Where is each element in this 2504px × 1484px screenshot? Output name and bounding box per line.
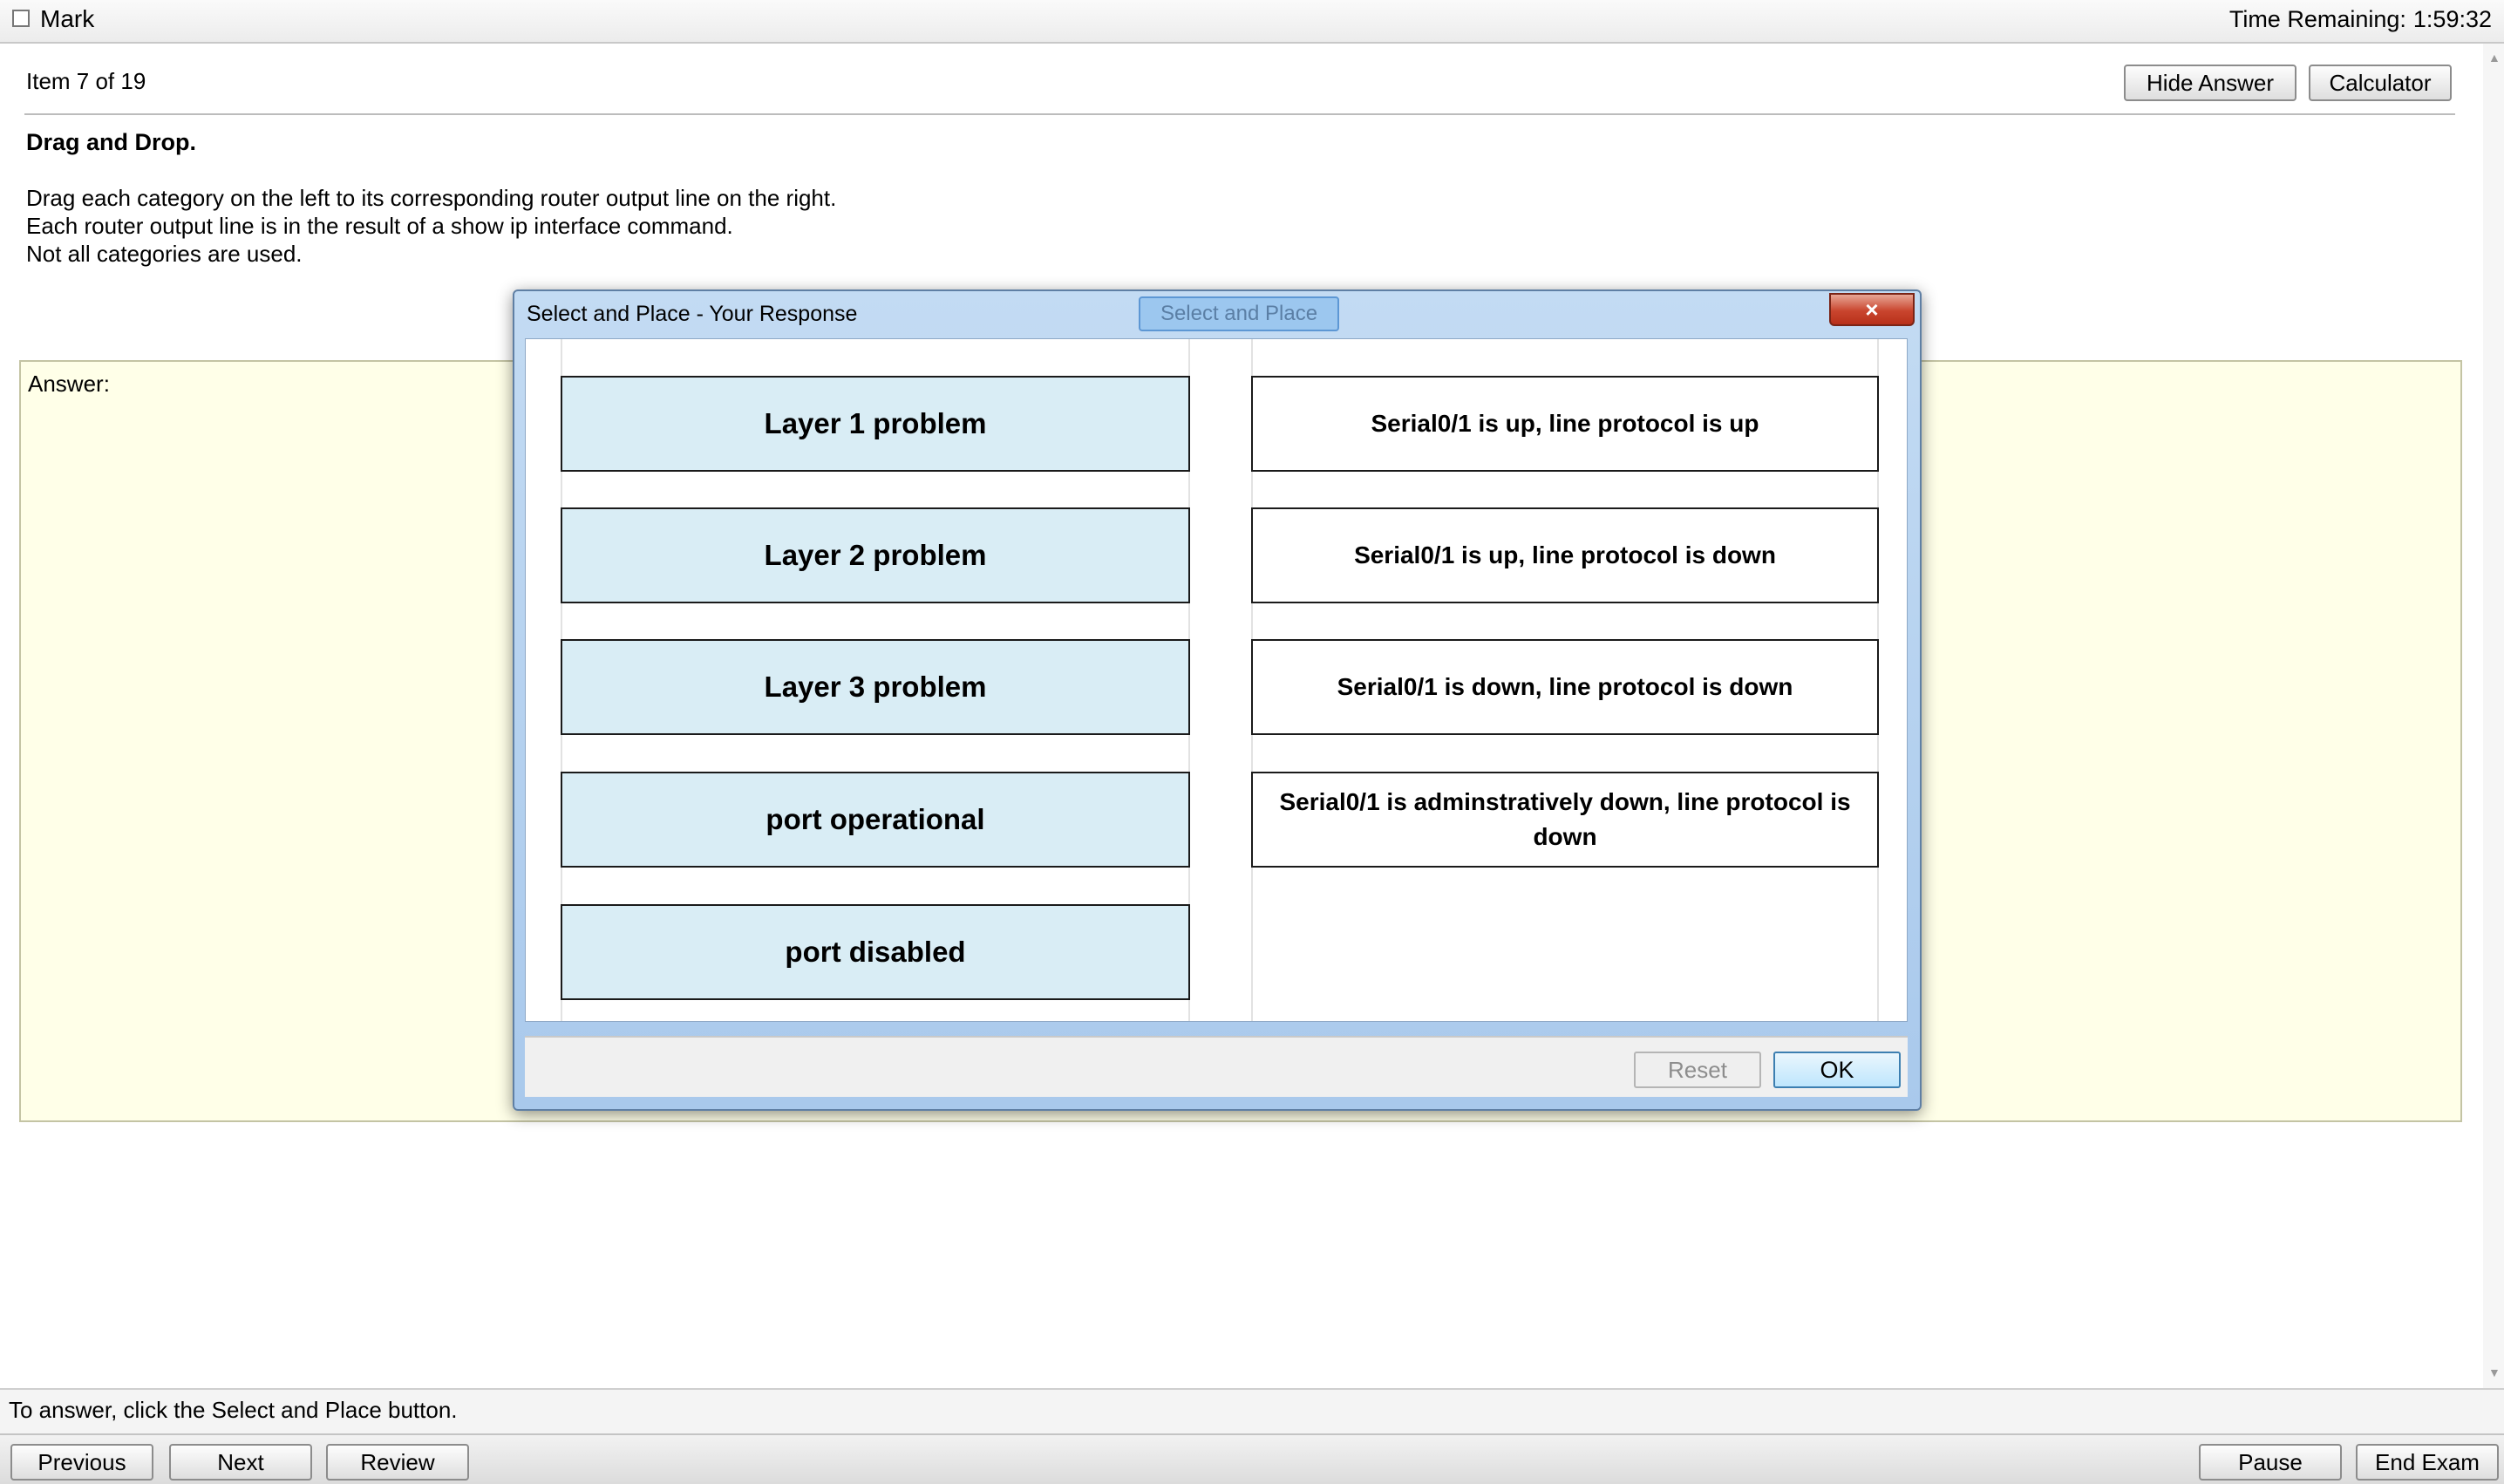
scroll-up-icon[interactable]: ▲ [2488,51,2501,65]
drag-source-item[interactable]: Layer 3 problem [561,639,1190,735]
question-title: Drag and Drop. [26,129,197,155]
time-label: Time Remaining: [2228,6,2406,32]
previous-button[interactable]: Previous [10,1444,153,1481]
scroll-down-icon[interactable]: ▼ [2488,1365,2501,1379]
navigation-bar: Previous Next Review Pause End Exam [0,1433,2504,1484]
time-value: 1:59:32 [2412,6,2492,32]
drop-target[interactable]: Serial0/1 is adminstratively down, line … [1251,772,1879,868]
drag-source-item[interactable]: port operational [561,772,1190,868]
drag-source-item[interactable]: Layer 1 problem [561,376,1190,472]
drop-target[interactable]: Serial0/1 is down, line protocol is down [1251,639,1879,735]
close-icon[interactable]: × [1829,293,1915,326]
select-and-place-tab[interactable]: Select and Place [1139,296,1339,331]
calculator-button[interactable]: Calculator [2309,65,2452,101]
question-line: Each router output line is in the result… [26,213,733,239]
item-counter: Item 7 of 19 [26,68,146,94]
review-button[interactable]: Review [326,1444,469,1481]
dialog-title: Select and Place - Your Response [527,302,858,326]
mark-label[interactable]: Mark [40,5,94,33]
drop-target[interactable]: Serial0/1 is up, line protocol is up [1251,376,1879,472]
next-button[interactable]: Next [169,1444,312,1481]
select-and-place-dialog: Select and Place - Your Response Select … [513,289,1922,1111]
question-line: Not all categories are used. [26,241,303,267]
vertical-scrollbar[interactable] [2483,44,2504,1388]
end-exam-button[interactable]: End Exam [2356,1444,2499,1481]
hide-answer-button[interactable]: Hide Answer [2124,65,2296,101]
instruction-text: To answer, click the Select and Place bu… [9,1397,458,1423]
reset-button[interactable]: Reset [1634,1052,1761,1088]
instruction-bar: To answer, click the Select and Place bu… [0,1388,2504,1433]
header-divider [24,113,2455,115]
dialog-body: Layer 1 problem Layer 2 problem Layer 3 … [525,338,1908,1022]
dialog-footer: Reset OK [525,1036,1908,1097]
drag-source-item[interactable]: port disabled [561,904,1190,1000]
top-bar: Mark Time Remaining: 1:59:32 [0,0,2504,44]
drag-source-item[interactable]: Layer 2 problem [561,507,1190,603]
mark-checkbox[interactable] [12,10,30,27]
pause-button[interactable]: Pause [2199,1444,2342,1481]
time-remaining: Time Remaining: 1:59:32 [2222,6,2492,33]
drop-target[interactable]: Serial0/1 is up, line protocol is down [1251,507,1879,603]
answer-label: Answer: [28,371,110,397]
question-line: Drag each category on the left to its co… [26,185,837,211]
ok-button[interactable]: OK [1773,1052,1901,1088]
